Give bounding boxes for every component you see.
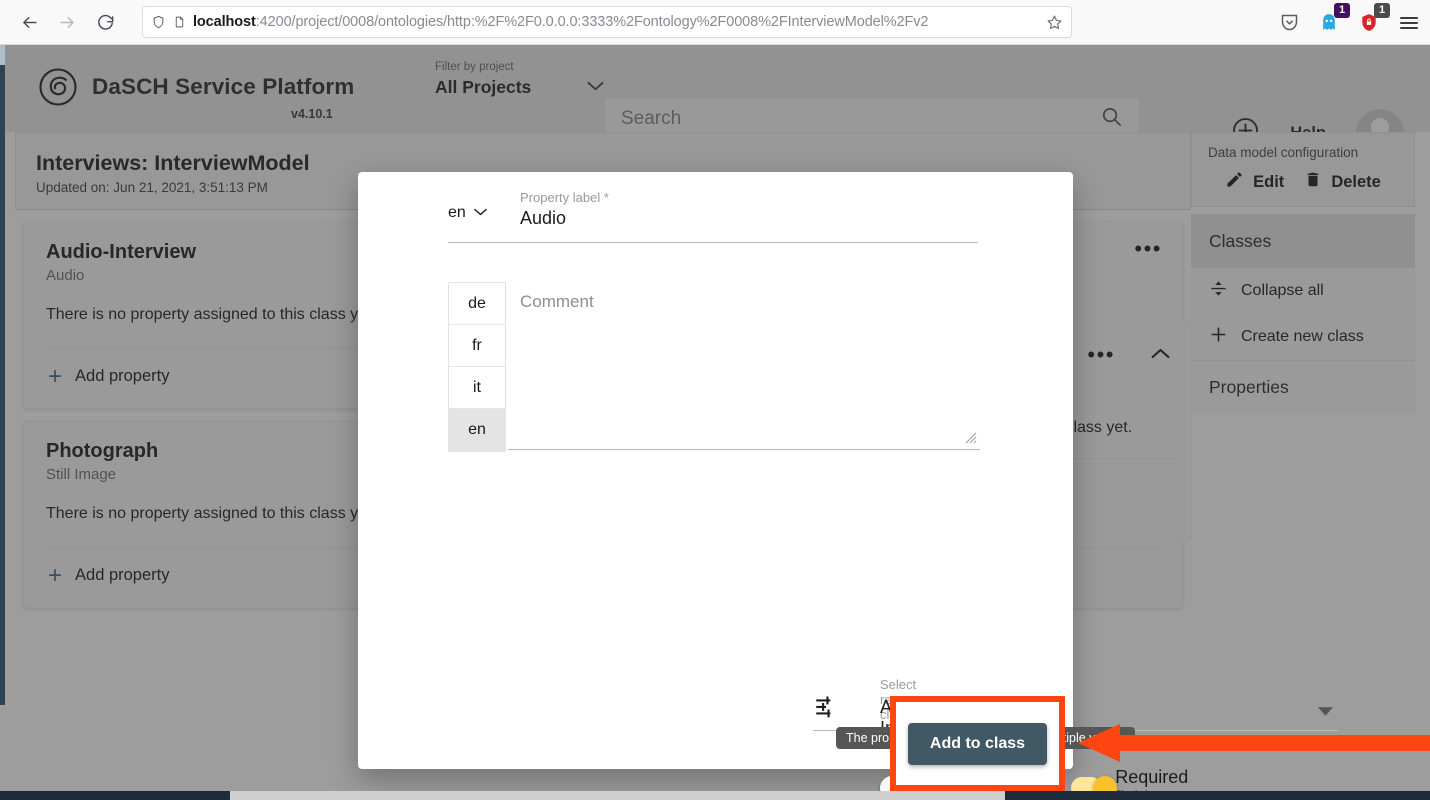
hamburger-menu-icon[interactable] <box>1396 10 1422 36</box>
address-bar[interactable]: localhost:4200/project/0008/ontologies/h… <box>142 6 1072 38</box>
tracking-protection-shield-icon[interactable] <box>151 14 166 30</box>
ghostery-badge-count: 1 <box>1334 3 1350 18</box>
browser-toolbar: localhost:4200/project/0008/ontologies/h… <box>0 0 1430 45</box>
page-document-icon[interactable] <box>173 14 186 30</box>
property-label-caption: Property label * <box>520 190 609 205</box>
label-language-value: en <box>448 204 466 222</box>
add-property-dialog: en Property label * Audio de fr it en Co… <box>358 172 1073 769</box>
comment-lang-tab-fr[interactable]: fr <box>449 325 505 367</box>
privacy-shield-extension-icon[interactable]: 1 <box>1356 10 1382 36</box>
comment-placeholder: Comment <box>520 292 594 312</box>
browser-nav-buttons <box>12 5 122 39</box>
privacy-badge-count: 1 <box>1374 3 1390 18</box>
input-underline <box>448 242 978 243</box>
comment-lang-tab-de[interactable]: de <box>449 283 505 325</box>
annotation-highlight-box: Add to class <box>890 696 1065 791</box>
back-button[interactable] <box>12 5 46 39</box>
comment-lang-tab-en[interactable]: en <box>449 409 505 451</box>
ghostery-extension-icon[interactable]: 1 <box>1316 10 1342 36</box>
tune-sliders-icon <box>813 694 839 725</box>
url-host: localhost <box>193 14 256 30</box>
screenshot-root: localhost:4200/project/0008/ontologies/h… <box>0 0 1430 800</box>
label-language-select[interactable]: en <box>448 204 488 227</box>
bookmark-star-icon[interactable] <box>1046 14 1063 31</box>
reload-button[interactable] <box>88 5 122 39</box>
comment-language-tabs: de fr it en <box>448 282 506 452</box>
pocket-save-icon[interactable] <box>1276 10 1302 36</box>
browser-extensions: 1 1 <box>1276 0 1422 45</box>
dropdown-caret-icon[interactable] <box>1318 703 1333 721</box>
url-path: :4200/project/0008/ontologies/http:%2F%2… <box>256 14 929 30</box>
property-label-input[interactable]: Audio <box>520 208 978 229</box>
comment-lang-tab-it[interactable]: it <box>449 367 505 409</box>
resize-grip-icon[interactable] <box>965 431 977 443</box>
comment-block: de fr it en Comment <box>448 282 980 452</box>
left-pointing-arrow-annotation <box>1078 724 1430 762</box>
web-page: DaSCH Service Platform v4.10.1 Filter by… <box>0 45 1430 800</box>
url-text[interactable]: localhost:4200/project/0008/ontologies/h… <box>193 14 1039 30</box>
language-selector[interactable]: en <box>448 204 488 227</box>
window-bottom-edge <box>0 791 1430 800</box>
add-to-class-button[interactable]: Add to class <box>908 723 1047 765</box>
forward-button <box>50 5 84 39</box>
chevron-down-icon <box>473 204 488 222</box>
comment-textarea[interactable]: Comment <box>508 282 980 450</box>
